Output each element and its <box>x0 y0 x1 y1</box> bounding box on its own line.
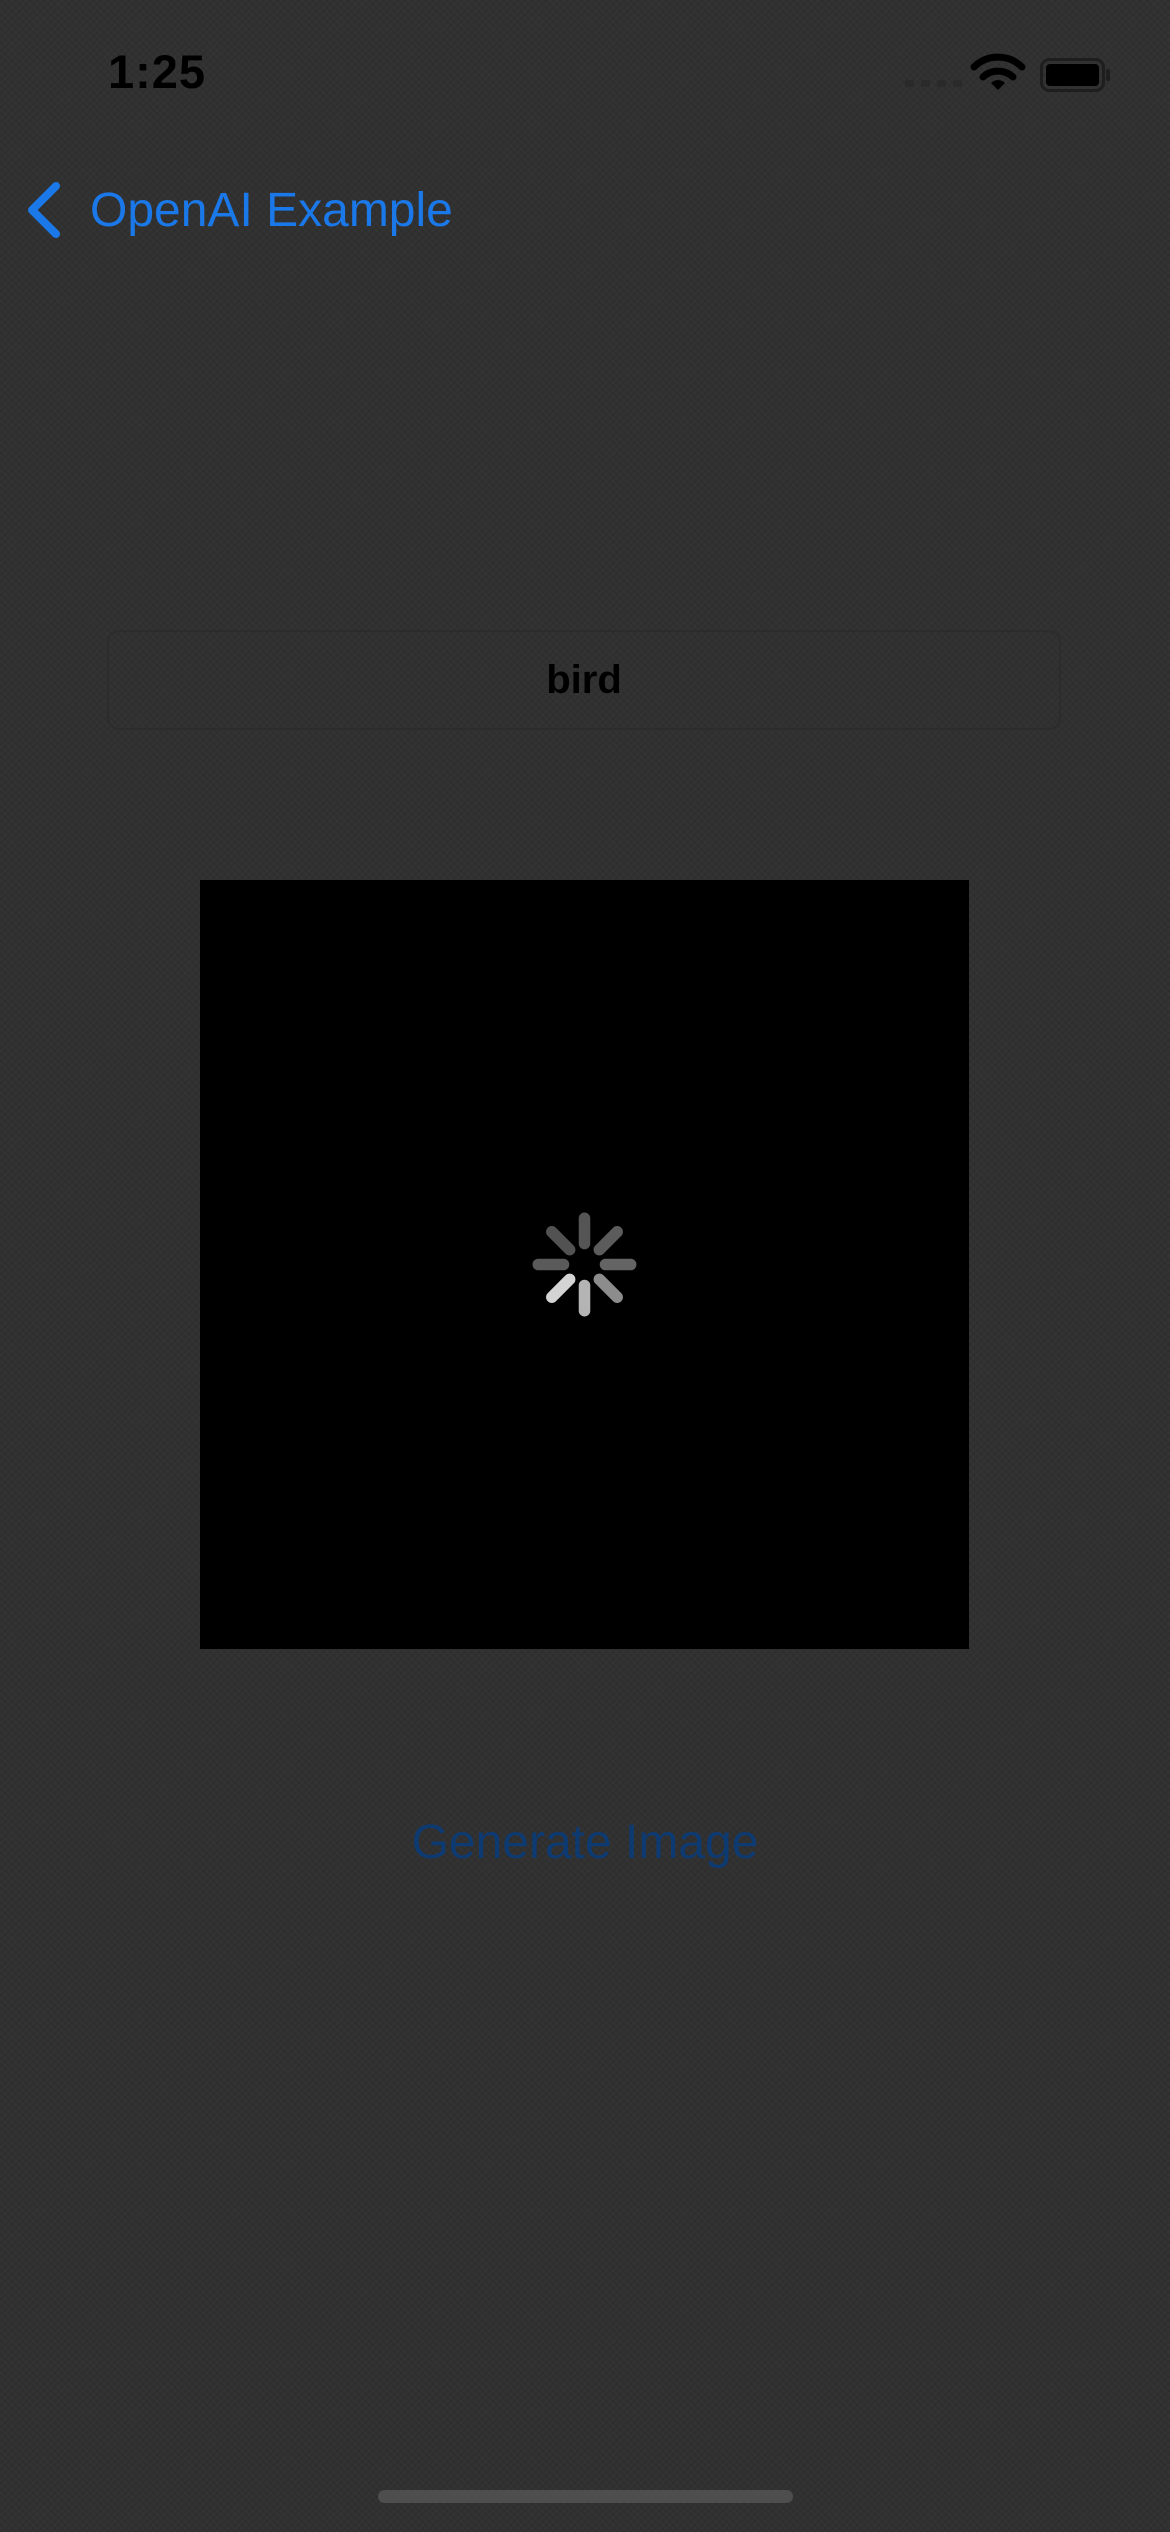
generate-image-button[interactable]: Generate Image <box>0 1815 1170 1870</box>
back-button[interactable]: OpenAI Example <box>22 175 453 245</box>
status-time: 1:25 <box>108 45 207 98</box>
back-button-label: OpenAI Example <box>90 183 453 237</box>
home-indicator[interactable] <box>378 2490 793 2503</box>
signal-icon <box>905 80 962 87</box>
prompt-input[interactable]: bird <box>107 630 1061 730</box>
wifi-icon <box>970 53 1026 90</box>
generated-image-area <box>200 880 969 1649</box>
chevron-left-icon <box>28 182 60 238</box>
status-bar: 1:25 <box>0 0 1170 150</box>
prompt-input-value: bird <box>546 657 622 702</box>
battery-icon <box>1040 58 1110 92</box>
loading-spinner-icon <box>532 1212 637 1317</box>
